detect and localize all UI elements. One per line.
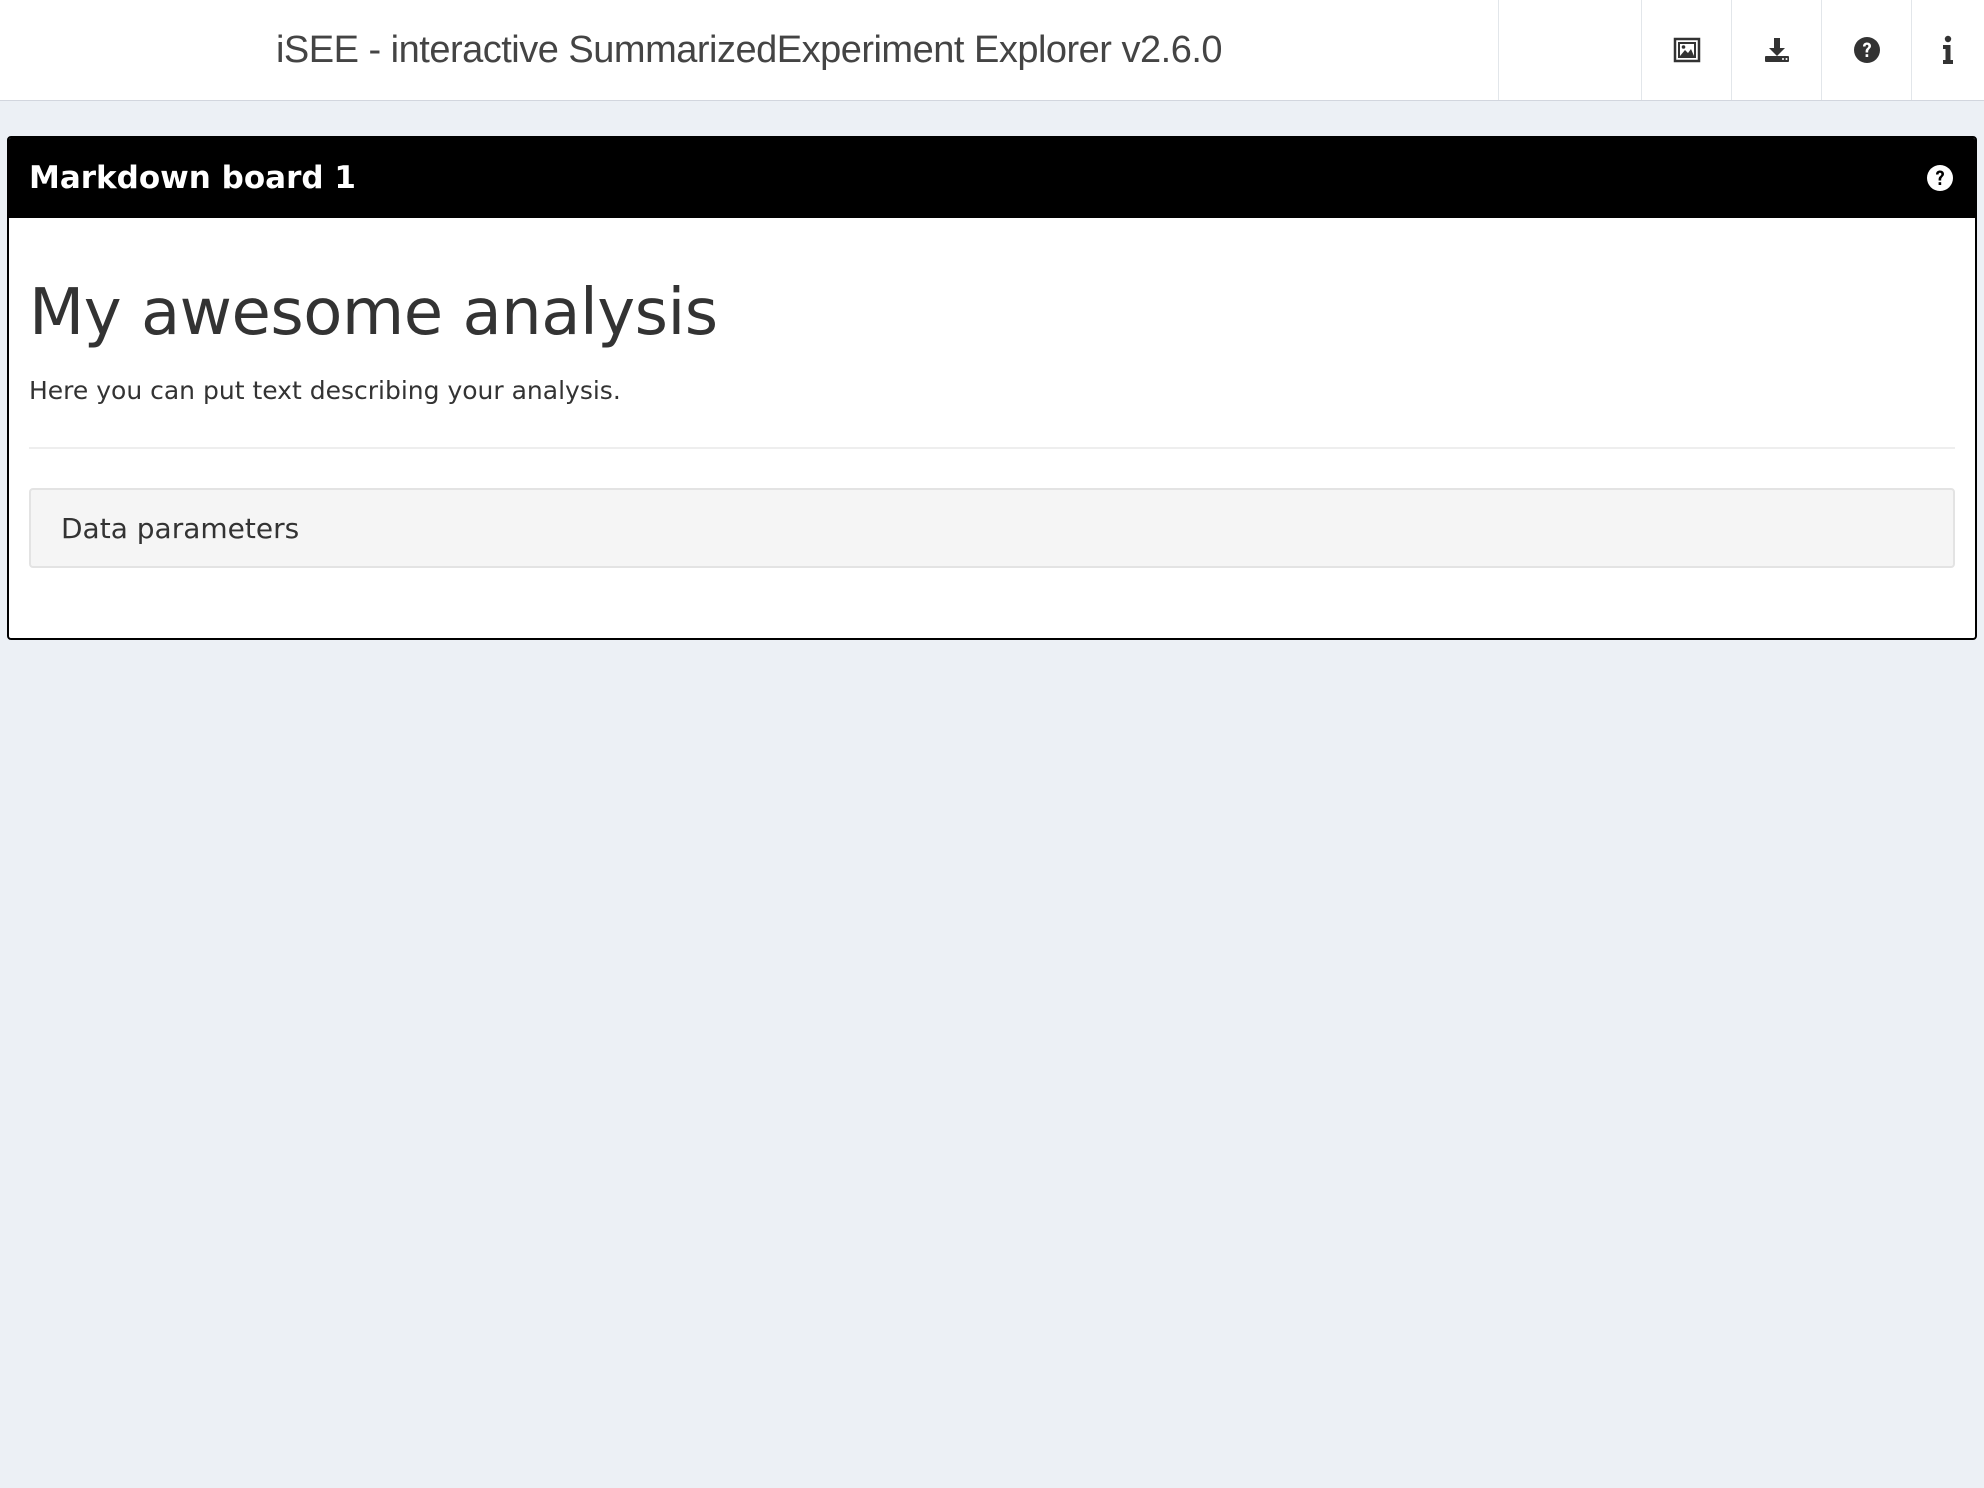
download-icon: [1764, 38, 1789, 62]
image-gallery-icon: [1673, 37, 1700, 63]
download-button[interactable]: [1732, 0, 1822, 100]
panel-help-button[interactable]: [1925, 163, 1955, 193]
divider: [29, 447, 1955, 450]
data-parameters-collapse[interactable]: Data parameters: [29, 488, 1955, 569]
header-spacer: [1499, 0, 1642, 100]
top-header: iSEE - interactive SummarizedExperiment …: [0, 0, 1984, 101]
app-title: iSEE - interactive SummarizedExperiment …: [275, 28, 1223, 71]
markdown-heading: My awesome analysis: [29, 276, 718, 350]
panel-title: Markdown board 1: [29, 160, 356, 196]
panel-header: Markdown board 1: [9, 138, 1975, 218]
panel-body: My awesome analysis Here you can put tex…: [9, 276, 1975, 569]
markdown-paragraph: Here you can put text describing your an…: [29, 376, 621, 406]
markdown-board-panel: Markdown board 1 My awesome analysis Her…: [7, 136, 1977, 640]
info-icon: [1943, 35, 1953, 64]
info-button[interactable]: [1912, 0, 1984, 100]
header-title-area: iSEE - interactive SummarizedExperiment …: [0, 0, 1499, 100]
collapse-label: Data parameters: [61, 511, 300, 545]
question-circle-icon: [1853, 37, 1880, 63]
help-button[interactable]: [1822, 0, 1912, 100]
image-gallery-button[interactable]: [1642, 0, 1732, 100]
question-circle-icon: [1927, 165, 1953, 191]
